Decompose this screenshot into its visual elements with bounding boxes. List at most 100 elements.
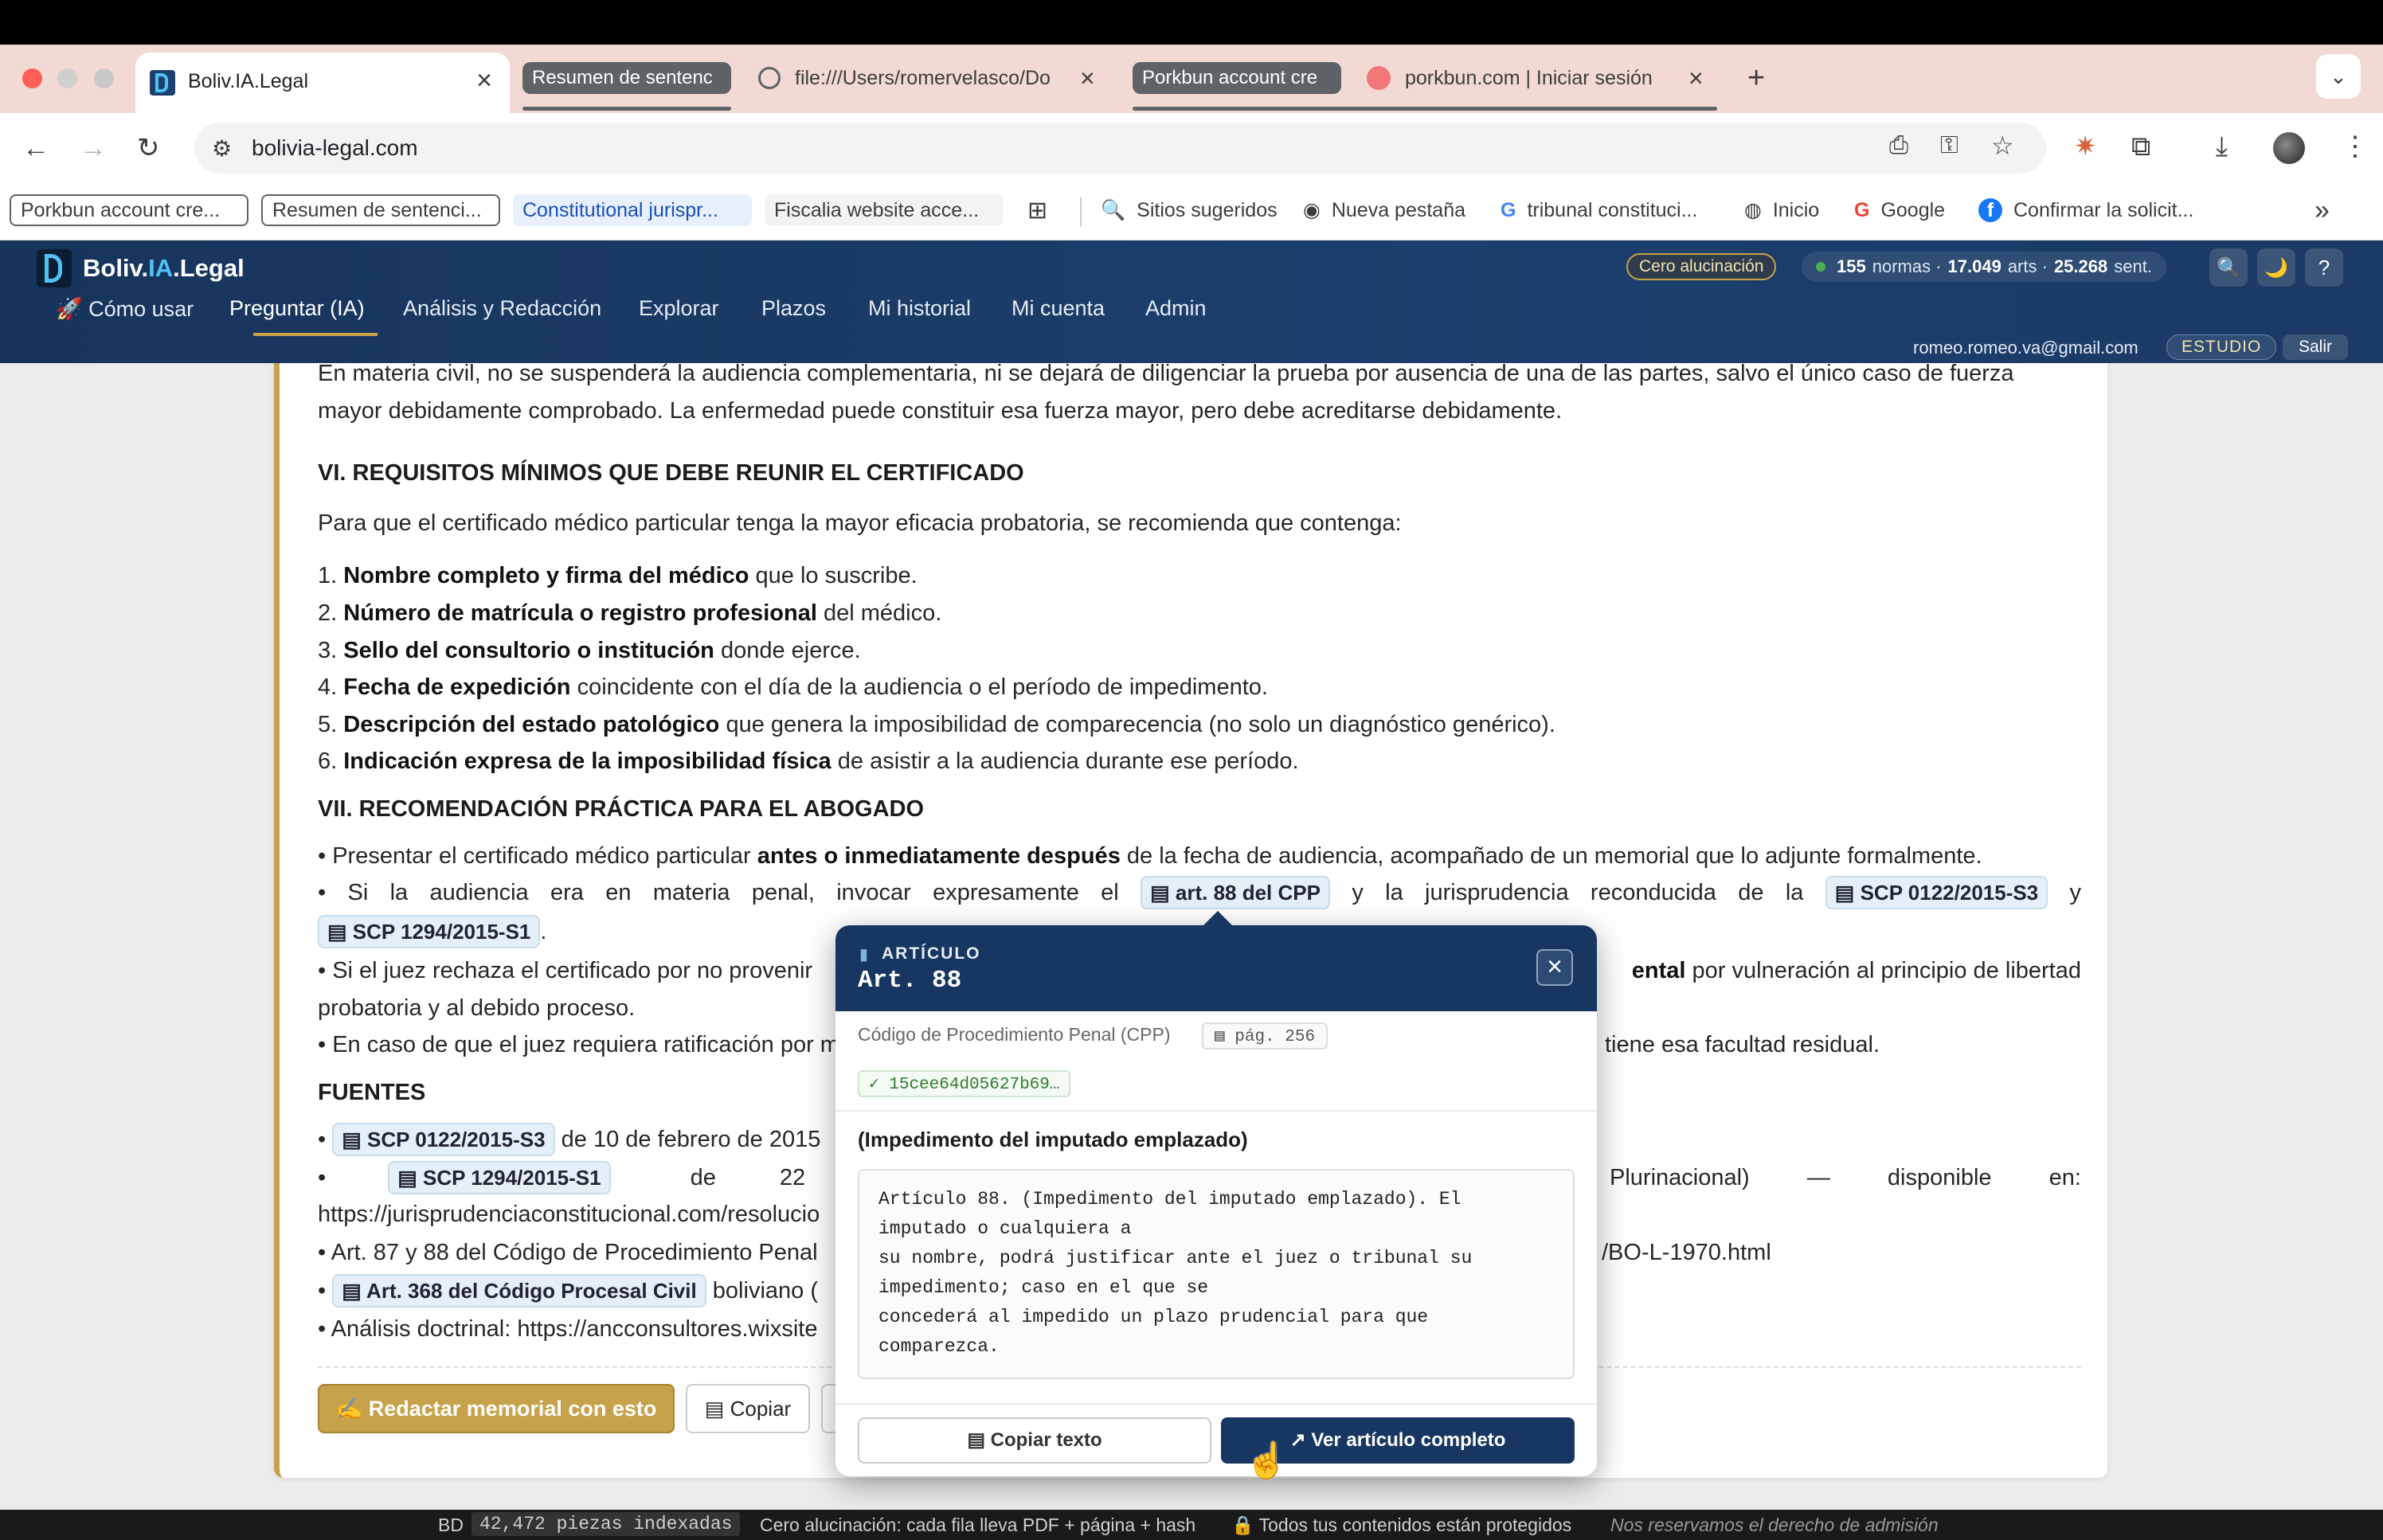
search-icon: 🔍 xyxy=(1101,198,1126,221)
source-item: /BO-L-1970.html xyxy=(1602,1240,1771,1265)
extension-claude-icon[interactable]: ✷ xyxy=(2074,131,2097,162)
code-name: Código de Procedimiento Penal (CPP) xyxy=(858,1024,1171,1045)
footer-message: 🔒 Todos tus contenidos están protegidos xyxy=(1231,1515,1572,1535)
profile-avatar[interactable] xyxy=(2273,132,2305,164)
list-item: 5. Descripción del estado patológico que… xyxy=(318,712,1555,737)
reload-icon[interactable]: ↻ xyxy=(137,132,160,164)
close-tab-icon[interactable]: × xyxy=(1080,64,1095,92)
navigation-bar: ← → ↻ ⚙ bolivia-legal.com ⎙ ⚿ ☆ ✷ ⧉ ⤓ ⋮ xyxy=(0,113,2383,183)
bookmark-resumen[interactable]: Resumen de sentenci... xyxy=(261,194,500,226)
search-icon[interactable]: 🔍 xyxy=(2209,248,2248,287)
popup-footer-divider xyxy=(835,1403,1597,1405)
close-icon[interactable]: × xyxy=(1536,949,1573,986)
paragraph: mayor debidamente comprobado. La enferme… xyxy=(318,398,1563,424)
popup-kicker: ARTÍCULO xyxy=(882,944,981,963)
apps-grid-icon[interactable]: ⊞ xyxy=(1027,194,1047,226)
list-item: 3. Sello del consultorio o institución d… xyxy=(318,638,861,663)
address-text[interactable]: bolivia-legal.com xyxy=(252,135,418,161)
citation-chip[interactable]: ▤ SCP 0122/2015-S3 xyxy=(332,1123,555,1156)
status-footer: BD 42,472 piezas indexadas Cero alucinac… xyxy=(0,1510,2383,1540)
bookmark-nueva[interactable]: ◉ Nueva pestaña xyxy=(1303,194,1465,226)
key-icon[interactable]: ⚿ xyxy=(1940,132,1958,159)
citation-chip[interactable]: ▤ SCP 1294/2015-S1 xyxy=(318,915,541,948)
dark-mode-icon[interactable]: 🌙 xyxy=(2257,248,2295,287)
db-label: BD xyxy=(438,1515,464,1535)
logout-button[interactable]: Salir xyxy=(2283,334,2349,360)
book-icon: ▮ xyxy=(859,946,869,963)
menu-historial[interactable]: Mi historial xyxy=(868,296,971,321)
more-menu-icon[interactable]: ⋮ xyxy=(2342,131,2369,162)
menu-preguntar[interactable]: Preguntar (IA) xyxy=(229,296,365,321)
paragraph: • Si la audiencia era en materia penal, … xyxy=(318,874,2081,912)
mouse-cursor-icon: ☝ xyxy=(1245,1441,1289,1480)
window-maximize-button[interactable] xyxy=(94,68,114,88)
help-icon[interactable]: ? xyxy=(2305,248,2343,287)
copy-text-button[interactable]: ▤ Copiar texto xyxy=(858,1417,1211,1464)
bookmark-confirmar[interactable]: f Confirmar la solicit... xyxy=(1978,194,2193,226)
close-tab-icon[interactable]: × xyxy=(1688,64,1704,92)
citation-chip[interactable]: ▤ SCP 1294/2015-S1 xyxy=(388,1161,611,1194)
star-icon[interactable]: ☆ xyxy=(1991,131,2014,161)
more-bookmarks-icon[interactable]: » xyxy=(2315,194,2330,226)
status-dot xyxy=(1816,262,1825,272)
citation-chip[interactable]: ▤ art. 88 del CPP xyxy=(1141,876,1330,909)
active-menu-underline xyxy=(253,333,378,336)
tab-file[interactable]: file:///Users/romervelasco/Do xyxy=(758,61,1101,96)
menu-explorar[interactable]: Explorar xyxy=(639,296,719,321)
separator xyxy=(1080,197,1082,226)
citation-chip[interactable]: ▤ Art. 368 del Código Procesal Civil xyxy=(332,1274,706,1307)
logo-icon xyxy=(37,249,72,287)
menu-como-usar[interactable]: 🚀 Cómo usar xyxy=(56,296,194,322)
forward-icon[interactable]: → xyxy=(80,132,107,164)
popup-title: Art. 88 xyxy=(858,967,962,995)
tab-group-line xyxy=(522,107,731,111)
tab-group-porkbun[interactable]: Porkbun account cre xyxy=(1133,62,1341,94)
bookmarks-bar: Porkbun account cre... Resumen de senten… xyxy=(0,183,2383,240)
close-tab-icon[interactable]: × xyxy=(476,65,492,96)
menu-cuenta[interactable]: Mi cuenta xyxy=(1012,296,1105,321)
section-heading: VI. REQUISITOS MÍNIMOS QUE DEBE REUNIR E… xyxy=(318,460,1024,486)
bookmark-constitutional[interactable]: Constitutional jurispr... xyxy=(513,194,752,226)
extensions-icon[interactable]: ⧉ xyxy=(2131,131,2150,162)
download-icon[interactable]: ⤓ xyxy=(2216,131,2228,162)
paragraph: Para que el certificado médico particula… xyxy=(318,510,1402,536)
bookmark-tribunal[interactable]: Gtribunal constituci... xyxy=(1501,194,1697,226)
article-text-box: Artículo 88. (Impedimento del imputado e… xyxy=(858,1169,1575,1379)
site-settings-icon[interactable]: ⚙ xyxy=(212,135,232,162)
globe-icon: ◍ xyxy=(1744,199,1762,221)
popup-divider xyxy=(835,1110,1597,1112)
copy-button[interactable]: ▤ Copiar xyxy=(686,1384,810,1433)
menu-analisis[interactable]: Análisis y Redacción xyxy=(403,296,601,321)
tab-bolivia-legal[interactable]: Boliv.IA.Legal × xyxy=(135,53,510,113)
install-icon[interactable]: ⎙ xyxy=(1889,132,1908,159)
bookmark-sitios[interactable]: 🔍 Sitios sugeridos xyxy=(1101,194,1278,226)
tab-strip: Boliv.IA.Legal × Resumen de sentenc file… xyxy=(0,45,2383,113)
bookmark-porkbun[interactable]: Porkbun account cre... xyxy=(10,194,248,226)
tab-search-button[interactable]: ⌄ xyxy=(2316,54,2361,99)
popup-header: ▮ ARTÍCULO Art. 88 × xyxy=(835,925,1597,1011)
window-close-button[interactable] xyxy=(22,68,42,88)
new-tab-icon[interactable]: + xyxy=(1747,63,1765,93)
stats-badge: 155 normas · 17.049 arts · 25.268 sent. xyxy=(1802,252,2166,282)
favicon-icon xyxy=(150,70,175,96)
menu-admin[interactable]: Admin xyxy=(1145,296,1207,321)
window-minimize-button[interactable] xyxy=(57,68,77,88)
app-logo[interactable]: Boliv.IA.Legal xyxy=(37,248,245,288)
bookmark-google[interactable]: G Google xyxy=(1854,194,1945,226)
citation-chip[interactable]: ▤ SCP 0122/2015-S3 xyxy=(1825,876,2048,909)
popup-arrow xyxy=(1202,911,1234,927)
menu-plazos[interactable]: Plazos xyxy=(761,296,826,321)
bookmark-fiscalia[interactable]: Fiscalia website acce... xyxy=(765,194,1004,226)
bookmark-inicio[interactable]: ◍ Inicio xyxy=(1744,194,1819,226)
list-item: 2. Número de matrícula o registro profes… xyxy=(318,600,942,626)
tab-porkbun[interactable]: porkbun.com | Iniciar sesión xyxy=(1367,61,1701,96)
list-item: 4. Fecha de expedición coincidente con e… xyxy=(318,674,1268,700)
tab-group-resumen[interactable]: Resumen de sentenc xyxy=(522,62,731,94)
address-bar[interactable]: ⚙ bolivia-legal.com ⎙ ⚿ ☆ xyxy=(194,123,2046,174)
tab-group-line xyxy=(1133,107,1717,111)
article-popup: ▮ ARTÍCULO Art. 88 × Código de Procedimi… xyxy=(835,911,1597,1480)
tab-title: Boliv.IA.Legal xyxy=(188,70,309,92)
draft-memorial-button[interactable]: ✍ Redactar memorial con esto xyxy=(318,1384,675,1433)
globe-icon xyxy=(758,67,781,89)
back-icon[interactable]: ← xyxy=(22,132,49,164)
